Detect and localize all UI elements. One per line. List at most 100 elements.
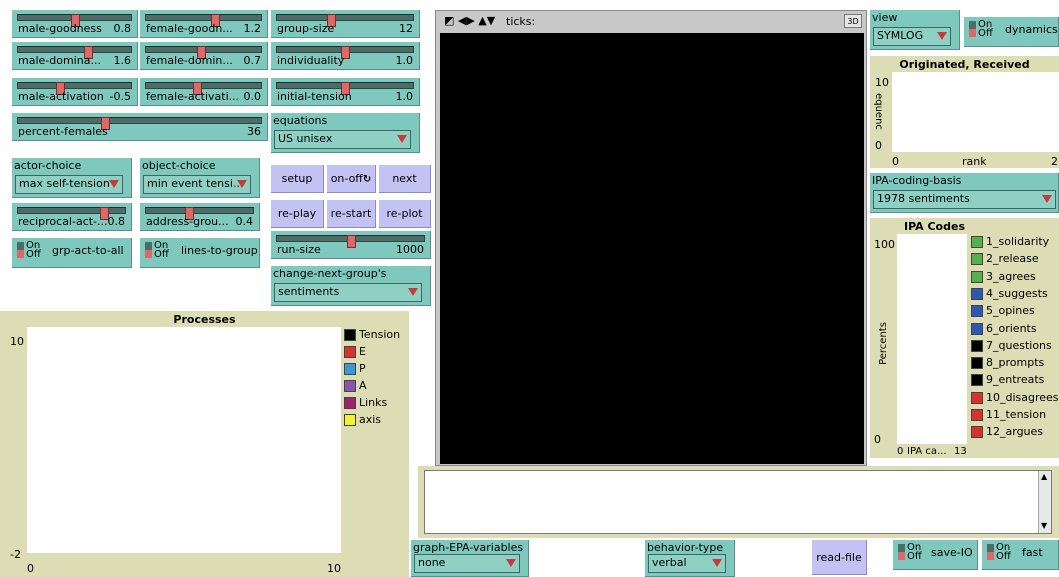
x-axis-label: IPA ca... bbox=[907, 446, 947, 457]
chooser-select[interactable]: 1978 sentiments bbox=[873, 190, 1056, 209]
chooser-select[interactable]: min event tensi... bbox=[143, 175, 251, 194]
ticks-label: ticks: bbox=[506, 15, 536, 28]
fast-switch[interactable]: On Off fast bbox=[982, 540, 1059, 570]
grp-act-to-all-switch[interactable]: On Off grp-act-to-all bbox=[12, 238, 132, 268]
legend-swatch bbox=[971, 357, 983, 370]
switch-toggle[interactable] bbox=[145, 242, 152, 258]
chooser-select[interactable]: sentiments bbox=[274, 283, 422, 302]
legend-swatch bbox=[971, 374, 983, 387]
slider-thumb[interactable] bbox=[346, 235, 356, 248]
lines-to-group-switch[interactable]: On Off lines-to-group bbox=[140, 238, 260, 268]
slider-track[interactable] bbox=[17, 117, 262, 130]
dropdown-arrow-icon bbox=[397, 135, 407, 143]
switch-toggle[interactable] bbox=[987, 544, 994, 560]
slider-track[interactable] bbox=[145, 46, 262, 59]
setup-button[interactable]: setup bbox=[271, 165, 324, 193]
x-max-label: 10 bbox=[327, 562, 341, 575]
group-size-slider[interactable]: group-size 12 bbox=[271, 10, 420, 38]
equations-chooser[interactable]: equations US unisex bbox=[271, 113, 420, 153]
switch-label: dynamics bbox=[1005, 23, 1058, 36]
switch-off-label: Off bbox=[996, 551, 1011, 562]
slider-value: 0.7 bbox=[243, 54, 262, 67]
legend-label: 2_release bbox=[986, 252, 1039, 266]
switch-toggle[interactable] bbox=[969, 21, 976, 37]
dynamics-switch[interactable]: On Off dynamics bbox=[964, 17, 1059, 47]
slider-track[interactable] bbox=[276, 235, 425, 248]
legend-label: Tension bbox=[359, 328, 401, 341]
next-button[interactable]: next bbox=[379, 165, 431, 193]
female-goodness-slider[interactable]: female-goodn... 1.2 bbox=[140, 10, 268, 38]
chooser-value: US unisex bbox=[278, 132, 333, 145]
chooser-select[interactable]: SYMLOG bbox=[873, 27, 951, 46]
legend-label: 8_prompts bbox=[986, 356, 1045, 370]
forever-icon: ↻ bbox=[362, 174, 372, 185]
ipa-coding-basis-chooser[interactable]: IPA-coding-basis 1978 sentiments bbox=[870, 173, 1059, 213]
plot-title: Originated, Received bbox=[899, 58, 1030, 71]
re-plot-button[interactable]: re-plot bbox=[379, 200, 431, 228]
actor-choice-chooser[interactable]: actor-choice max self-tension bbox=[12, 158, 132, 198]
slider-track[interactable] bbox=[17, 207, 126, 220]
slider-track[interactable] bbox=[17, 82, 132, 95]
slider-track[interactable] bbox=[276, 46, 414, 59]
slider-track[interactable] bbox=[276, 82, 414, 95]
scrollbar[interactable]: ▲ ▼ bbox=[1038, 471, 1051, 533]
slider-value: 0.8 bbox=[113, 22, 132, 35]
switch-toggle[interactable] bbox=[898, 544, 905, 560]
chooser-label: actor-choice bbox=[14, 159, 82, 172]
graph-epa-variables-chooser[interactable]: graph-EPA-variables none bbox=[411, 540, 529, 577]
male-activation-slider[interactable]: male-activation -0.5 bbox=[12, 78, 138, 106]
legend-label: axis bbox=[359, 413, 382, 426]
slider-label: male-activation bbox=[18, 90, 104, 103]
view-controls-icon[interactable]: ◩ ◀▶ ▲▼ bbox=[444, 14, 495, 27]
female-dominance-slider[interactable]: female-domin... 0.7 bbox=[140, 42, 268, 70]
initial-tension-slider[interactable]: initial-tension 1.0 bbox=[271, 78, 420, 106]
chooser-select[interactable]: verbal bbox=[648, 554, 726, 573]
reciprocal-act-slider[interactable]: reciprocal-act-... 0.8 bbox=[12, 203, 132, 231]
legend-label: 4_suggests bbox=[986, 286, 1048, 300]
switch-knob bbox=[145, 250, 152, 258]
percent-females-slider[interactable]: percent-females 36 bbox=[12, 113, 268, 141]
world-view[interactable]: ◩ ◀▶ ▲▼ ticks: 3D bbox=[435, 10, 867, 466]
chooser-label: object-choice bbox=[142, 159, 216, 172]
female-activation-slider[interactable]: female-activati... 0.0 bbox=[140, 78, 268, 106]
re-play-button[interactable]: re-play bbox=[271, 200, 324, 228]
x-min-label: 0 bbox=[27, 562, 34, 575]
processes-plot: Processes 10 -2 0 10 Tension E P A Links axis bbox=[0, 311, 409, 577]
chooser-select[interactable]: US unisex bbox=[274, 130, 411, 149]
change-next-group-chooser[interactable]: change-next-group's sentiments bbox=[271, 266, 431, 306]
scroll-down-icon[interactable]: ▼ bbox=[1041, 521, 1047, 530]
chooser-label: change-next-group's bbox=[273, 267, 387, 280]
switch-label: save-IO bbox=[931, 546, 973, 559]
plot-area bbox=[27, 327, 341, 553]
chooser-select[interactable]: max self-tension bbox=[15, 175, 123, 194]
read-file-button[interactable]: read-file bbox=[812, 540, 867, 575]
legend-label: 7_questions bbox=[986, 338, 1052, 352]
on-off-button[interactable]: on-off↻ bbox=[327, 165, 376, 193]
dropdown-arrow-icon bbox=[712, 559, 722, 567]
output-text[interactable]: ▲ ▼ bbox=[424, 470, 1052, 534]
slider-track[interactable] bbox=[276, 14, 414, 27]
run-size-slider[interactable]: run-size 1000 bbox=[271, 231, 431, 259]
male-goodness-slider[interactable]: male-goodness 0.8 bbox=[12, 10, 138, 38]
object-choice-chooser[interactable]: object-choice min event tensi... bbox=[140, 158, 260, 198]
male-dominance-slider[interactable]: male-domina... 1.6 bbox=[12, 42, 138, 70]
chooser-select[interactable]: none bbox=[414, 554, 520, 573]
world-canvas[interactable] bbox=[440, 33, 864, 464]
slider-track[interactable] bbox=[145, 82, 262, 95]
switch-toggle[interactable] bbox=[17, 242, 24, 258]
slider-track[interactable] bbox=[17, 14, 132, 27]
slider-track[interactable] bbox=[145, 207, 254, 220]
switch-knob bbox=[17, 250, 24, 258]
legend-label: E bbox=[359, 345, 366, 358]
scroll-up-icon[interactable]: ▲ bbox=[1041, 472, 1047, 481]
slider-track[interactable] bbox=[17, 46, 132, 59]
slider-track[interactable] bbox=[145, 14, 262, 27]
slider-value: 0.8 bbox=[107, 215, 126, 228]
individuality-slider[interactable]: individuality 1.0 bbox=[271, 42, 420, 70]
3d-button[interactable]: 3D bbox=[844, 14, 862, 28]
save-io-switch[interactable]: On Off save-IO bbox=[893, 540, 978, 570]
view-chooser[interactable]: view SYMLOG bbox=[870, 10, 960, 50]
behavior-type-chooser[interactable]: behavior-type verbal bbox=[645, 540, 735, 577]
address-group-slider[interactable]: address-grou... 0.4 bbox=[140, 203, 260, 231]
re-start-button[interactable]: re-start bbox=[327, 200, 376, 228]
